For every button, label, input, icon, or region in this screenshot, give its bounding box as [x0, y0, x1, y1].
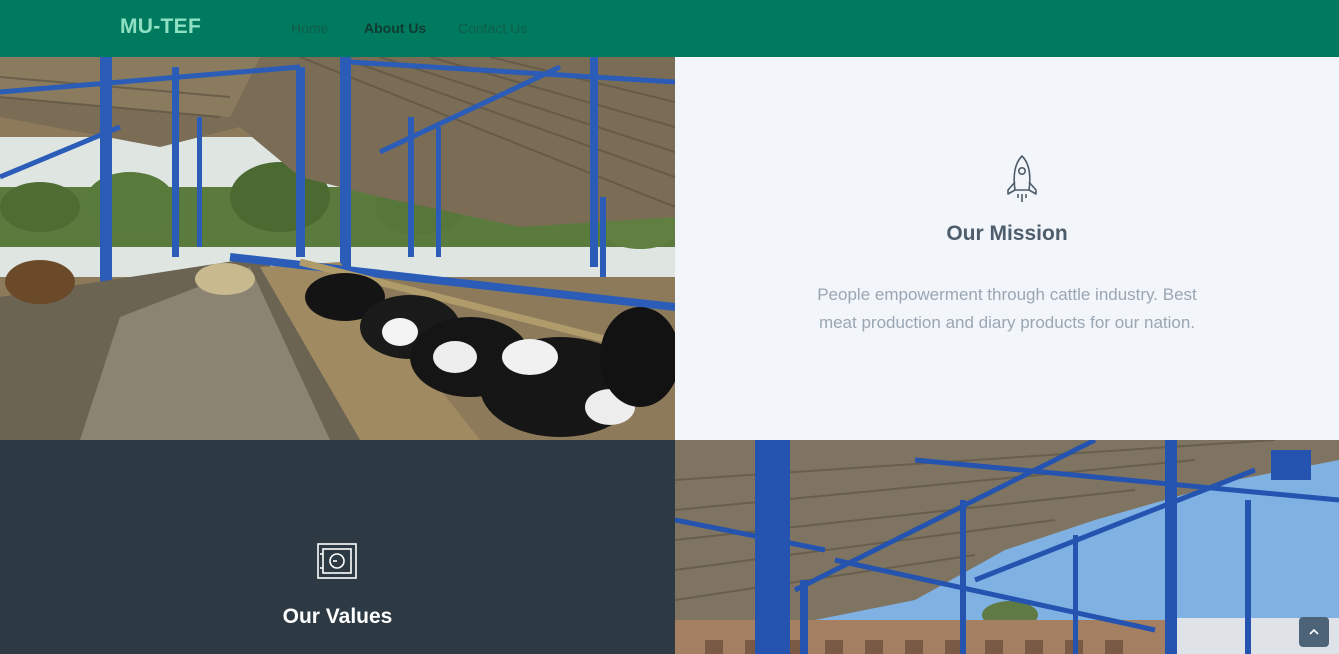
- chevron-up-icon: [1309, 628, 1319, 635]
- back-to-top-button[interactable]: [1299, 617, 1329, 647]
- mission-title: Our Mission: [946, 222, 1068, 245]
- cattle-shed-photo: [0, 57, 675, 440]
- brand-logo[interactable]: MU-TEF: [120, 15, 201, 39]
- nav-link-home[interactable]: Home: [291, 20, 328, 36]
- mission-section: Our Mission People empowerment through c…: [675, 57, 1339, 440]
- safe-icon: [317, 543, 357, 579]
- farm-shed-photo: [675, 440, 1339, 654]
- rocket-icon: [1007, 155, 1037, 202]
- nav-link-contact[interactable]: Contact Us: [458, 20, 527, 36]
- mission-text: People empowerment through cattle indust…: [817, 285, 1197, 332]
- values-title: Our Values: [282, 605, 393, 628]
- nav-link-about[interactable]: About Us: [364, 20, 426, 36]
- values-section: Our Values: [0, 440, 675, 654]
- navbar: MU-TEF Home About Us Contact Us: [0, 0, 1339, 57]
